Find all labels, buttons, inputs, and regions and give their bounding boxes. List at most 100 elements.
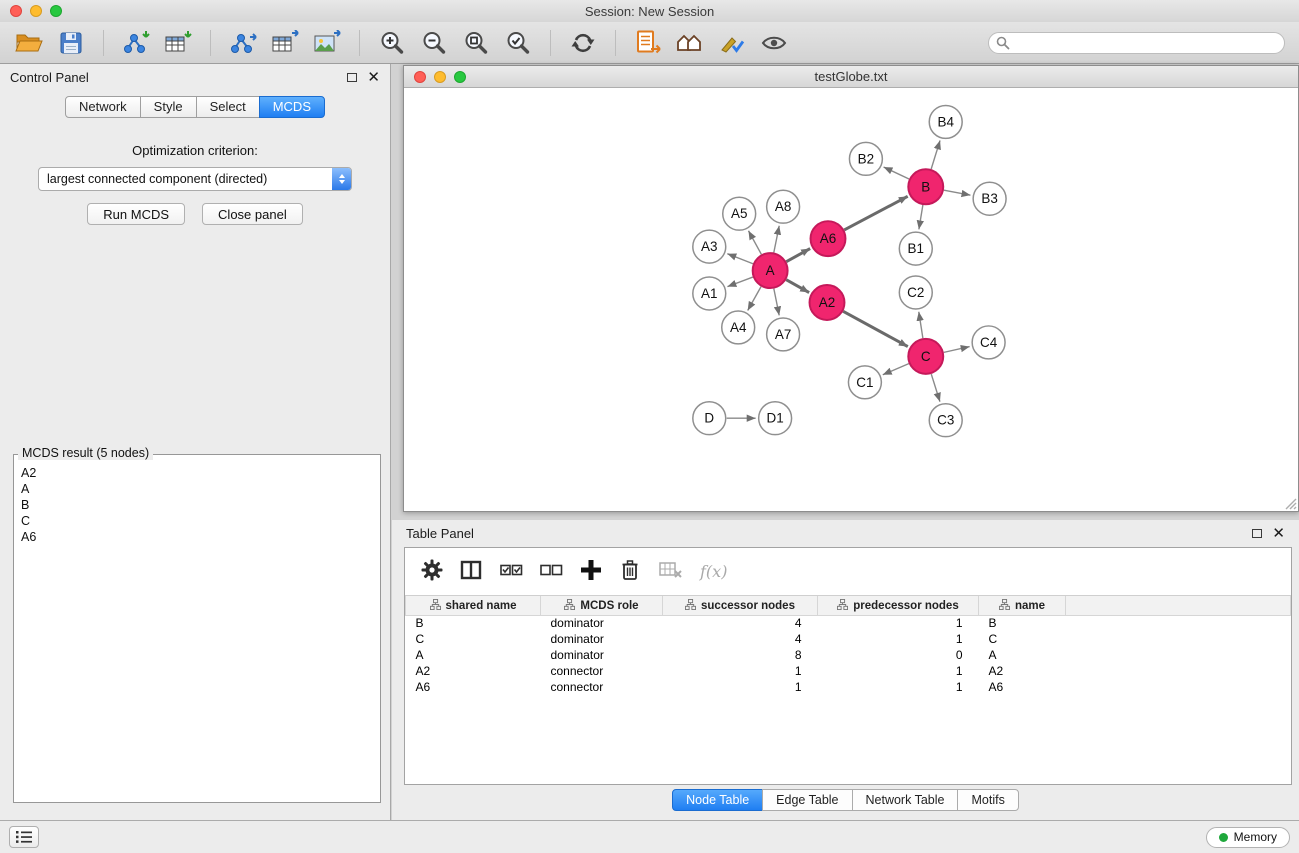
graph-edge-A-A8[interactable] [774, 226, 779, 253]
mcds-result-item[interactable]: A6 [21, 529, 373, 545]
tab-select[interactable]: Select [196, 96, 260, 118]
network-canvas[interactable]: AA1A2A3A4A5A6A7A8BB1B2B3B4CC1C2C3C4DD1 [404, 89, 1298, 511]
import-table-button[interactable] [161, 27, 195, 59]
save-session-button[interactable] [54, 27, 88, 59]
graph-node-C[interactable]: C [908, 339, 943, 374]
graph-node-B3[interactable]: B3 [973, 182, 1006, 215]
graph-edge-B-B4[interactable] [931, 140, 940, 169]
open-session-button[interactable] [12, 27, 46, 59]
graph-edge-A-A5[interactable] [748, 231, 761, 255]
graph-node-A7[interactable]: A7 [767, 318, 800, 351]
graph-edge-A-A2[interactable] [786, 280, 809, 293]
zoom-selected-button[interactable] [501, 27, 535, 59]
close-table-panel-icon[interactable]: ✕ [1272, 526, 1285, 541]
tab-node-table[interactable]: Node Table [672, 789, 763, 811]
network-window-titlebar[interactable]: testGlobe.txt [404, 66, 1298, 88]
column-header-successor-nodes[interactable]: successor nodes [663, 596, 818, 615]
resize-grip-icon[interactable] [1284, 497, 1297, 510]
graph-edge-B-B1[interactable] [919, 205, 923, 229]
show-columns-button[interactable] [460, 559, 483, 584]
first-neighbors-button[interactable] [631, 27, 665, 59]
criterion-dropdown[interactable]: largest connected component (directed) [38, 167, 352, 191]
graph-edge-A2-C[interactable] [843, 311, 908, 346]
select-all-button[interactable] [500, 559, 523, 584]
graph-edge-C-C1[interactable] [883, 364, 909, 375]
import-network-button[interactable] [119, 27, 153, 59]
search-input[interactable] [988, 32, 1285, 54]
graph-node-A2[interactable]: A2 [810, 285, 845, 320]
mcds-result-item[interactable]: B [21, 497, 373, 513]
tab-mcds[interactable]: MCDS [259, 96, 325, 118]
table-row-B[interactable]: Bdominator41B [406, 615, 1291, 631]
graph-edge-C-C4[interactable] [944, 347, 970, 353]
graph-edge-A-A7[interactable] [774, 289, 779, 316]
graph-node-D1[interactable]: D1 [759, 402, 792, 435]
apply-style-button[interactable] [715, 27, 749, 59]
graph-node-B1[interactable]: B1 [899, 232, 932, 265]
delete-column-button[interactable] [619, 559, 641, 584]
minimize-window-icon[interactable] [30, 5, 42, 17]
close-panel-icon[interactable]: ✕ [367, 70, 380, 85]
column-header-predecessor-nodes[interactable]: predecessor nodes [818, 596, 979, 615]
graph-node-D[interactable]: D [693, 402, 726, 435]
zoom-fit-button[interactable] [459, 27, 493, 59]
graph-node-A5[interactable]: A5 [723, 197, 756, 230]
export-image-button[interactable] [310, 27, 344, 59]
graph-edge-B-B2[interactable] [884, 167, 909, 179]
tab-edge-table[interactable]: Edge Table [762, 789, 852, 811]
graph-edge-C-C3[interactable] [931, 374, 940, 402]
graph-node-A6[interactable]: A6 [811, 221, 846, 256]
column-header-MCDS-role[interactable]: MCDS role [541, 596, 663, 615]
table-row-A[interactable]: Adominator80A [406, 647, 1291, 663]
mcds-result-item[interactable]: C [21, 513, 373, 529]
graph-node-A8[interactable]: A8 [767, 190, 800, 223]
task-history-button[interactable] [9, 826, 39, 848]
table-row-C[interactable]: Cdominator41C [406, 631, 1291, 647]
graph-edge-A-A3[interactable] [727, 254, 753, 264]
graph-edge-A-A1[interactable] [727, 277, 752, 287]
table-settings-button[interactable] [421, 559, 443, 584]
column-header-name[interactable]: name [979, 596, 1066, 615]
graph-edge-A-A6[interactable] [786, 249, 810, 262]
graph-edge-B-B3[interactable] [944, 190, 971, 195]
delete-table-button[interactable] [658, 559, 683, 584]
zoom-out-button[interactable] [417, 27, 451, 59]
graph-node-C1[interactable]: C1 [848, 366, 881, 399]
float-table-panel-icon[interactable] [1252, 529, 1262, 538]
table-row-A2[interactable]: A2connector11A2 [406, 663, 1291, 679]
table-row-A6[interactable]: A6connector11A6 [406, 679, 1291, 695]
graph-node-C2[interactable]: C2 [899, 276, 932, 309]
close-window-icon[interactable] [10, 5, 22, 17]
graph-node-A[interactable]: A [753, 253, 788, 288]
tab-motifs[interactable]: Motifs [957, 789, 1018, 811]
memory-button[interactable]: Memory [1206, 827, 1290, 848]
tab-network-table[interactable]: Network Table [852, 789, 959, 811]
show-hide-button[interactable] [757, 27, 791, 59]
mcds-result-item[interactable]: A [21, 481, 373, 497]
export-table-button[interactable] [268, 27, 302, 59]
tab-style[interactable]: Style [140, 96, 197, 118]
graph-edge-A-A4[interactable] [748, 287, 761, 311]
add-column-button[interactable] [580, 559, 602, 584]
close-panel-button[interactable]: Close panel [202, 203, 303, 225]
deselect-all-button[interactable] [540, 559, 563, 584]
zoom-window-icon[interactable] [50, 5, 62, 17]
export-network-button[interactable] [226, 27, 260, 59]
minimize-network-window-icon[interactable] [434, 71, 446, 83]
graph-edge-A6-B[interactable] [844, 196, 907, 230]
column-header-shared-name[interactable]: shared name [406, 596, 541, 615]
overview-button[interactable] [673, 27, 707, 59]
run-mcds-button[interactable]: Run MCDS [87, 203, 185, 225]
mcds-result-item[interactable]: A2 [21, 465, 373, 481]
zoom-in-button[interactable] [375, 27, 409, 59]
tab-network[interactable]: Network [65, 96, 141, 118]
refresh-button[interactable] [566, 27, 600, 59]
graph-node-A4[interactable]: A4 [722, 311, 755, 344]
graph-node-B2[interactable]: B2 [849, 142, 882, 175]
graph-node-A1[interactable]: A1 [693, 277, 726, 310]
close-network-window-icon[interactable] [414, 71, 426, 83]
graph-node-A3[interactable]: A3 [693, 230, 726, 263]
float-panel-icon[interactable] [347, 73, 357, 82]
graph-node-B4[interactable]: B4 [929, 105, 962, 138]
graph-node-C4[interactable]: C4 [972, 326, 1005, 359]
